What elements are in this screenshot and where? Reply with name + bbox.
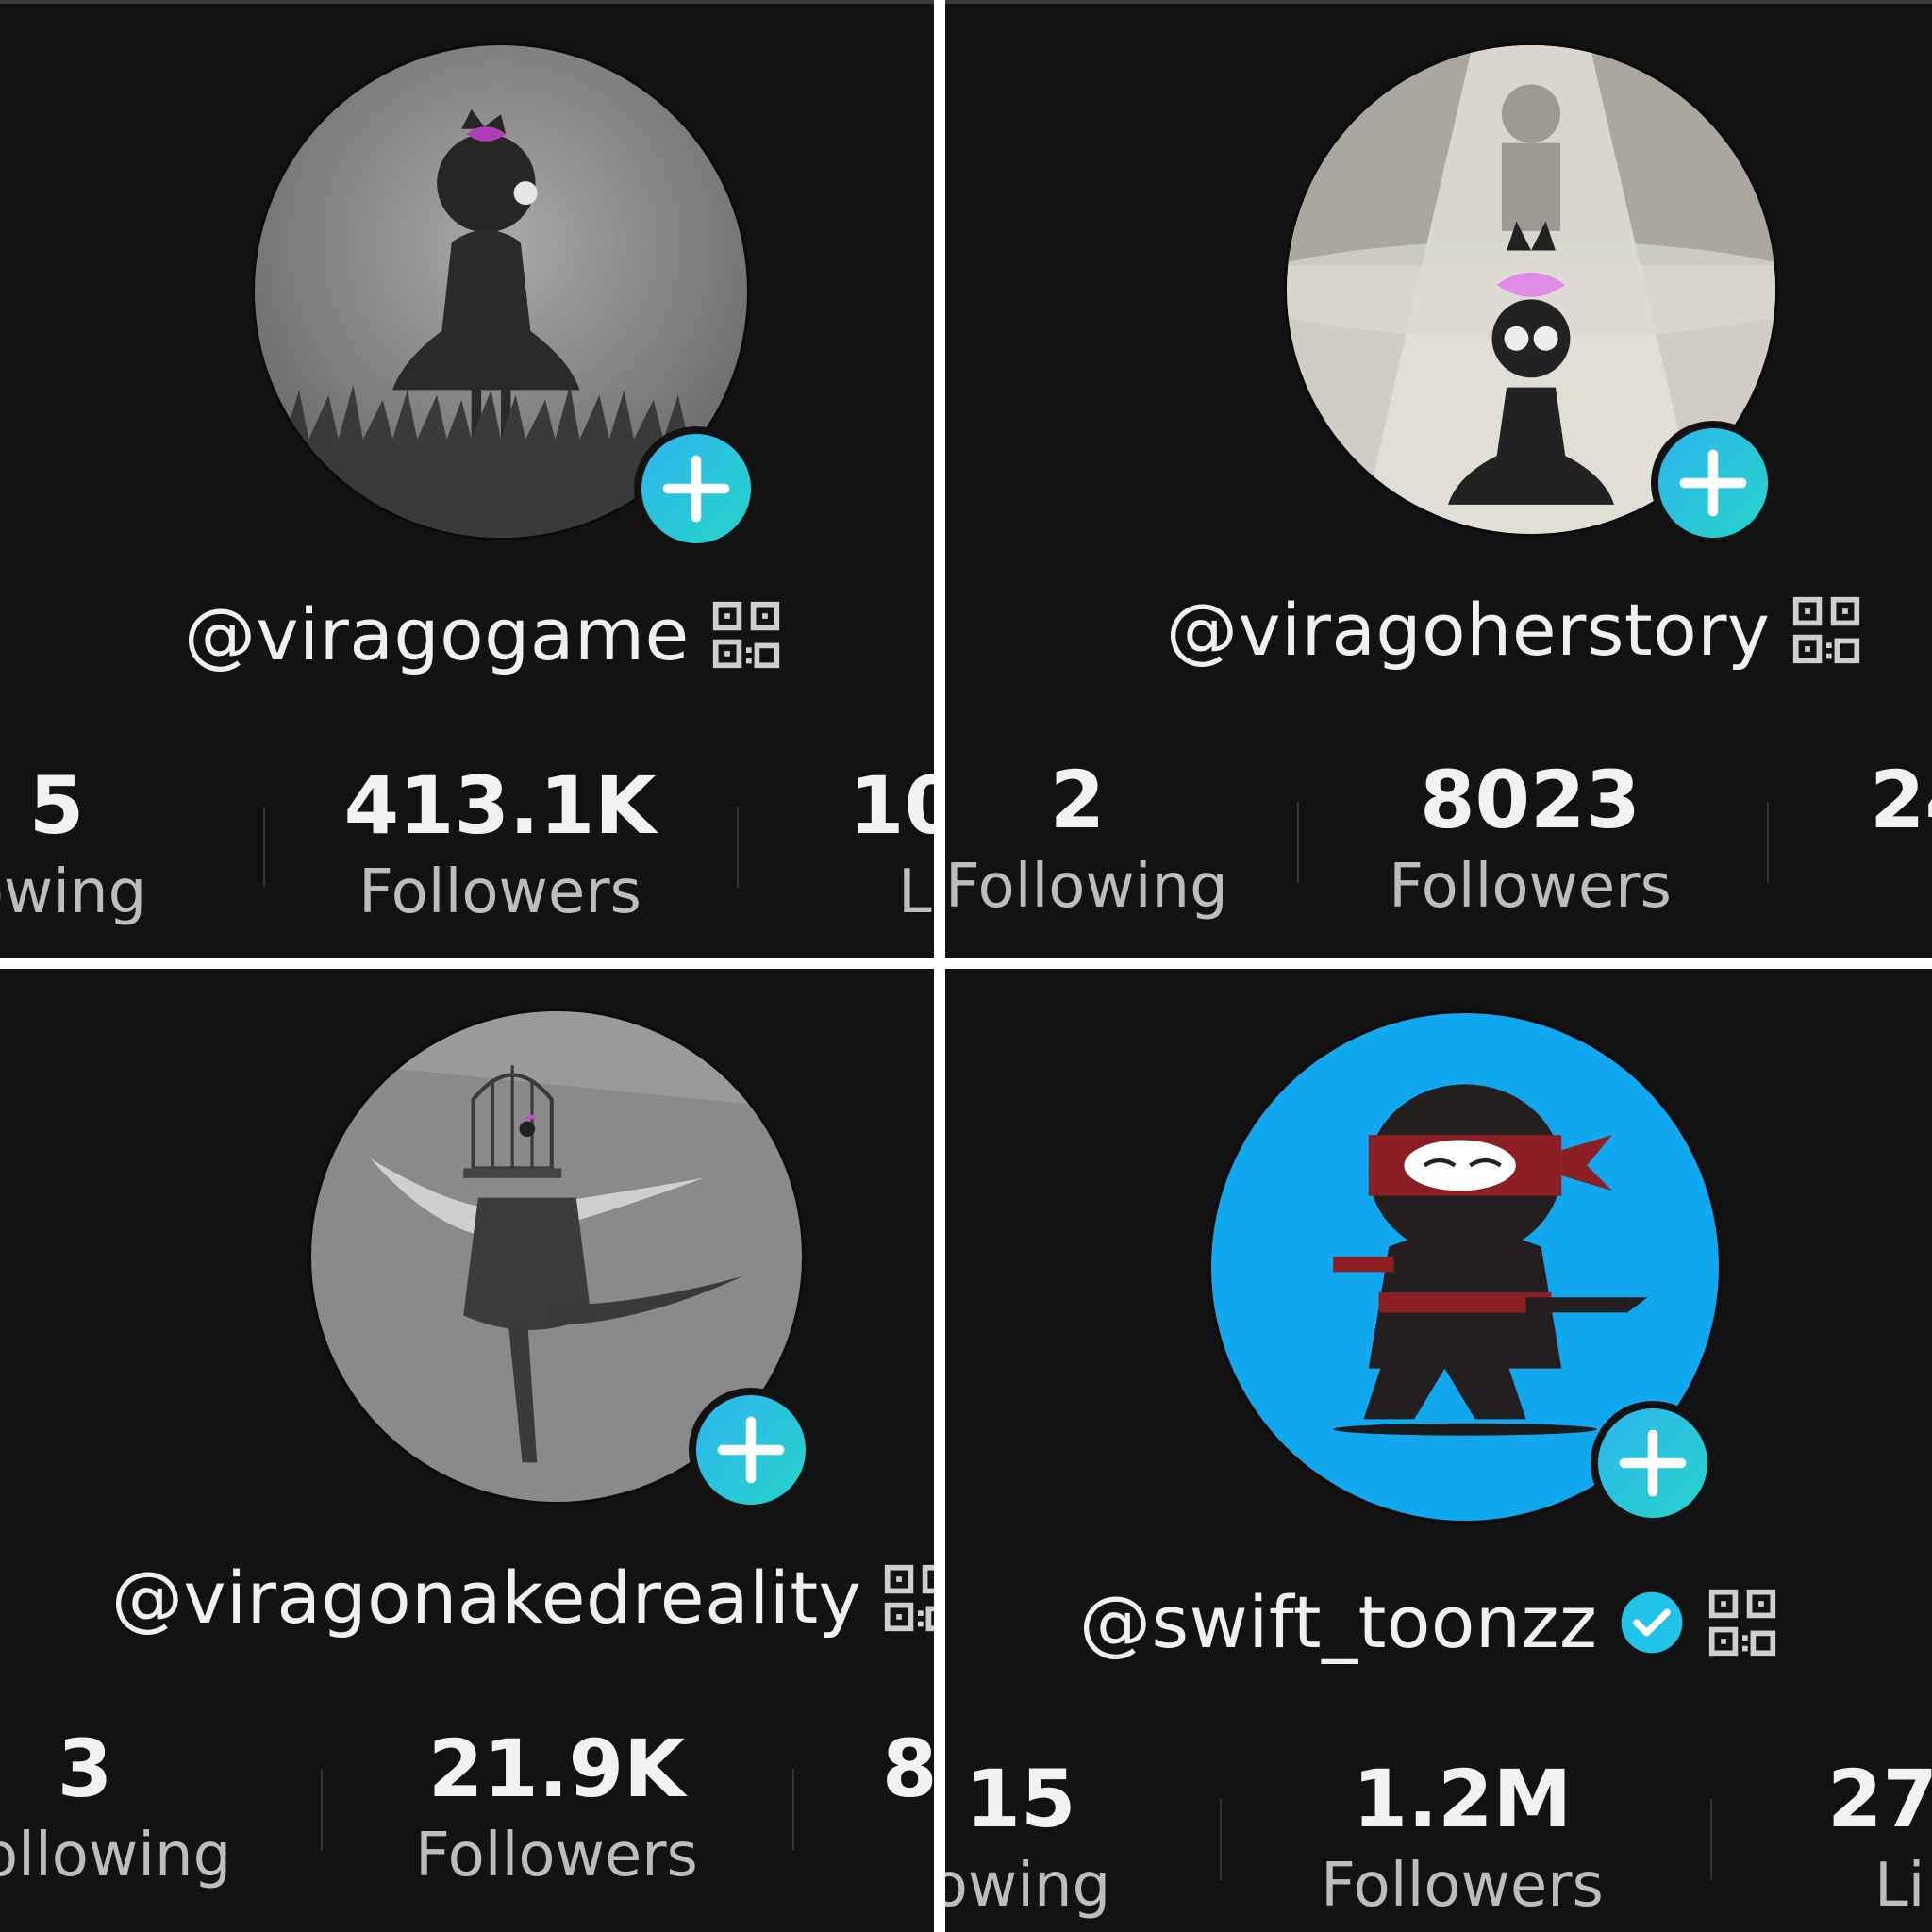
username-row: @viragoherstory: [1166, 588, 1862, 672]
followers-count: 413.1K: [343, 759, 657, 852]
followers-stat[interactable]: 413.1K Followers: [311, 766, 689, 923]
username-row: @viragogame: [184, 592, 782, 676]
stat-divider: [792, 1769, 794, 1850]
stat-divider: [1297, 802, 1299, 883]
plus-icon: [1619, 1429, 1687, 1497]
panel-top-border: [0, 0, 934, 4]
qr-code-icon[interactable]: [1790, 594, 1862, 666]
profile-panel-swift-toonzz: @swift_toonzz 15 owing 1.2M Followers 27…: [945, 969, 1932, 1932]
likes-count: 24: [1870, 754, 1932, 846]
likes-label: L: [898, 858, 932, 927]
following-stat[interactable]: 2 Following: [945, 754, 1228, 922]
following-label: Following: [945, 852, 1228, 922]
profile-panel-viragoherstory: @viragoherstory 2 Following 8023 Followe…: [945, 0, 1932, 958]
following-stat[interactable]: 3 ollowing: [0, 1723, 232, 1890]
stat-divider: [1220, 1799, 1222, 1880]
likes-stat[interactable]: 8: [882, 1729, 934, 1825]
follow-button[interactable]: [634, 426, 758, 551]
likes-count: 8: [882, 1723, 934, 1815]
qr-code-icon[interactable]: [710, 599, 782, 671]
followers-count: 1.2M: [1352, 1753, 1573, 1845]
qr-code-icon[interactable]: [882, 1562, 934, 1634]
followers-label: Followers: [358, 858, 641, 927]
verified-check-icon: [1618, 1589, 1686, 1657]
username-handle: @viragonakedreality: [111, 1556, 862, 1640]
profile-panel-viragonakedreality: @viragonakedreality 3 ollowing 21.9K Fol…: [0, 969, 934, 1932]
username-handle: @viragoherstory: [1166, 588, 1771, 672]
following-stat[interactable]: 5 owing: [0, 766, 170, 923]
followers-stat[interactable]: 1.2M Followers: [1274, 1759, 1651, 1916]
username-row: @viragonakedreality: [111, 1556, 934, 1640]
profile-panel-viragogame: @viragogame 5 owing 413.1K Followers 10 …: [0, 0, 934, 958]
stat-divider: [321, 1769, 323, 1850]
plus-icon: [717, 1416, 785, 1484]
following-label: owing: [0, 858, 147, 927]
following-count: 2: [1049, 754, 1106, 846]
followers-stat[interactable]: 21.9K Followers: [368, 1729, 745, 1886]
followers-count: 8023: [1420, 754, 1641, 846]
likes-label: Li: [1874, 1851, 1925, 1921]
username-row: @swift_toonzz: [1079, 1580, 1778, 1664]
followers-label: Followers: [415, 1821, 698, 1890]
stat-divider: [1710, 1799, 1712, 1880]
followers-label: Followers: [1321, 1851, 1604, 1921]
following-count: 3: [57, 1723, 113, 1815]
plus-icon: [1679, 449, 1747, 517]
likes-count: 10: [849, 759, 934, 852]
followers-stat[interactable]: 8023 Followers: [1341, 760, 1719, 917]
likes-stat[interactable]: 10 L: [849, 766, 934, 923]
follow-button[interactable]: [1591, 1401, 1715, 1525]
username-handle: @swift_toonzz: [1079, 1580, 1598, 1664]
qr-code-icon[interactable]: [1707, 1587, 1778, 1658]
stat-divider: [1767, 802, 1769, 883]
following-count: 5: [28, 759, 85, 852]
likes-count: 27.: [1827, 1753, 1932, 1845]
panel-top-border: [945, 0, 1932, 4]
username-handle: @viragogame: [184, 592, 690, 676]
stat-divider: [263, 807, 265, 888]
stat-divider: [737, 807, 739, 888]
likes-stat[interactable]: 24 L: [1870, 760, 1932, 917]
following-count: 15: [965, 1753, 1076, 1845]
followers-count: 21.9K: [427, 1723, 686, 1815]
following-label: owing: [945, 1851, 1111, 1921]
likes-stat[interactable]: 27. Li: [1827, 1759, 1932, 1916]
likes-label: L: [1928, 857, 1932, 917]
following-label: ollowing: [0, 1821, 232, 1890]
follow-button[interactable]: [689, 1388, 813, 1512]
followers-label: Followers: [1389, 852, 1672, 922]
following-stat[interactable]: 15 owing: [945, 1759, 1134, 1916]
plus-icon: [662, 455, 730, 523]
follow-button[interactable]: [1651, 421, 1775, 545]
